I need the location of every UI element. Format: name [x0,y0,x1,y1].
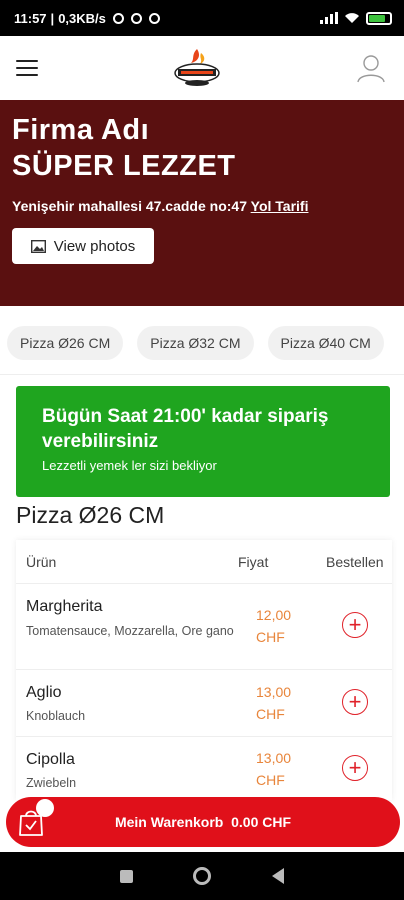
image-icon [30,239,46,253]
network-speed: 0,3KB/s [58,10,106,26]
app-header [0,36,404,100]
directions-link[interactable]: Yol Tarifi [251,198,309,214]
product-description: Zwiebeln [26,776,77,790]
restaurant-title: Firma Adı SÜPER LEZZET [12,114,236,182]
wifi-icon [345,13,359,23]
tab-pizza-32[interactable]: Pizza Ø32 CM [137,326,254,360]
add-to-cart-button[interactable]: + [342,612,368,638]
banner-title: Bügün Saat 21:00' kadar sipariş verebili… [42,406,329,452]
battery-icon [366,11,392,25]
banner-subtitle: Lezzetli yemek ler sizi bekliyor [42,458,217,473]
product-name: Cipolla [26,751,75,768]
order-time-banner: Bügün Saat 21:00' kadar sipariş verebili… [16,386,390,497]
hamburger-icon[interactable] [16,60,38,76]
recents-icon[interactable] [120,869,134,883]
signal-icon [320,12,338,24]
notification-icon [112,12,124,24]
cart-total: 0.00 CHF [231,814,292,830]
product-description: Tomatensauce, Mozzarella, Ore gano [26,624,234,638]
product-price: 12,00 CHF [256,607,292,645]
restaurant-logo-icon[interactable] [169,45,225,91]
table-row: Margherita Tomatensauce, Mozzarella, Ore… [16,584,392,670]
restaurant-hero: Firma Adı SÜPER LEZZET Yenişehir mahalle… [0,100,404,306]
restaurant-address: Yenişehir mahallesi 47.cadde no:47 Yol T… [12,198,309,214]
cart-label: Mein Warenkorb [114,814,224,830]
table-header: Ürün Fiyat Bestellen [16,540,392,584]
notification-icon [148,12,160,24]
notification-icon [130,12,142,24]
home-icon[interactable] [193,867,212,885]
product-price: 13,00 CHF [256,684,292,722]
product-name: Margherita [26,598,103,615]
header-price: Fiyat [238,553,269,570]
add-to-cart-button[interactable]: + [342,755,368,781]
product-description: Knoblauch [26,709,86,723]
tab-pizza-40[interactable]: Pizza Ø40 CM [267,326,384,360]
cart-button[interactable]: Mein Warenkorb 0.00 CHF [6,797,400,847]
table-row: Cipolla Zwiebeln 13,00 CHF + [16,737,392,800]
system-nav-bar [0,852,404,900]
divider [0,374,404,375]
add-to-cart-button[interactable]: + [342,689,368,715]
clock: 11:57 [14,10,47,26]
product-table: Ürün Fiyat Bestellen Margherita Tomatens… [16,540,392,800]
tab-pizza-26[interactable]: Pizza Ø26 CM [7,326,124,360]
category-tabs: Pizza Ø26 CM Pizza Ø32 CM Pizza Ø40 CM [7,326,384,360]
back-icon[interactable] [271,868,284,884]
product-price: 13,00 CHF [256,750,292,788]
header-product: Ürün [26,553,57,570]
product-name: Aglio [26,684,62,701]
user-icon[interactable] [356,53,386,83]
table-row: Aglio Knoblauch 13,00 CHF + [16,670,392,737]
cart-badge [36,799,54,817]
view-photos-button[interactable]: View photos [12,228,154,264]
status-bar: 11:57 | 0,3KB/s [0,0,404,36]
header-order: Bestellen [326,553,384,570]
section-title: Pizza Ø26 CM [16,502,165,528]
